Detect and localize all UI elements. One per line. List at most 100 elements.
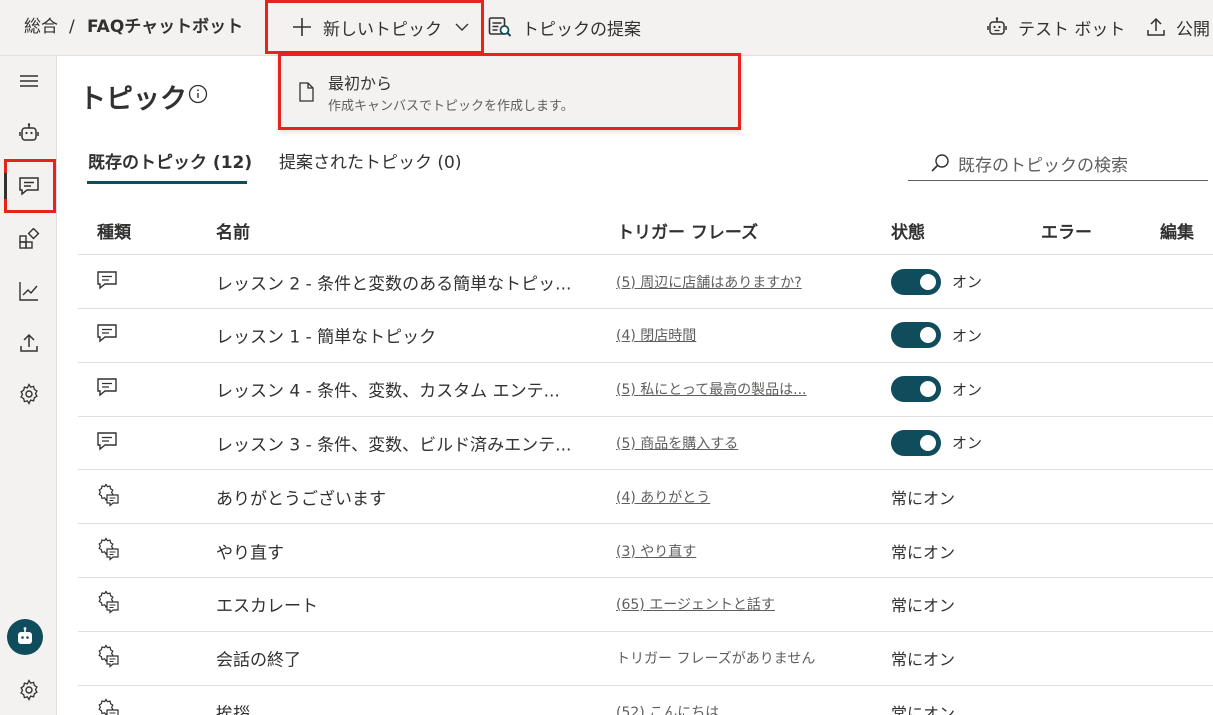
upload-icon: [1147, 17, 1165, 36]
state-label: 常にオン: [891, 542, 956, 562]
suggest-icon: [488, 17, 512, 37]
trigger-phrase-link[interactable]: (3) やり直す: [616, 541, 696, 561]
hamburger-icon: [19, 75, 38, 87]
trigger-phrase-link[interactable]: (65) エージェントと話す: [616, 594, 775, 614]
new-topic-dropdown: 最初から 作成キャンバスでトピックを作成します。: [278, 53, 741, 130]
avatar[interactable]: [7, 619, 43, 655]
header-type: 種類: [97, 223, 131, 243]
breadcrumb-root[interactable]: 総合: [24, 16, 58, 38]
state-label: オン: [952, 434, 983, 453]
search-icon: [931, 154, 949, 172]
table-row[interactable]: レッスン 2 - 条件と変数のある簡単なトピッ... (5) 周辺に店舗はあります…: [78, 255, 1213, 309]
rail-publish[interactable]: [0, 320, 57, 366]
state-label: オン: [952, 273, 983, 291]
publish-button[interactable]: 公開: [1146, 0, 1210, 54]
tab-suggested-topics[interactable]: 提案されたトピック (0): [279, 148, 461, 173]
table-row[interactable]: 会話の終了 トリガー フレーズがありません 常にオン: [78, 632, 1213, 686]
topic-name[interactable]: ありがとうございます: [216, 484, 386, 509]
system-topic-icon: [96, 483, 120, 511]
test-bot-button[interactable]: テスト ボット: [986, 0, 1125, 54]
header-edit: 編集: [1160, 223, 1194, 243]
status-toggle[interactable]: [891, 429, 941, 456]
chat-icon: [96, 323, 118, 347]
trigger-phrase-link[interactable]: (5) 周辺に店舗はありますか?: [616, 272, 802, 292]
topic-state: オン: [891, 429, 983, 456]
topic-name[interactable]: エスカレート: [216, 592, 318, 617]
topic-state: 常にオン: [891, 700, 955, 715]
chevron-down-icon: [455, 23, 469, 31]
search-input[interactable]: 既存のトピックの検索: [958, 151, 1128, 176]
from-scratch-option[interactable]: 最初から 作成キャンバスでトピックを作成します。: [281, 56, 738, 127]
plus-icon: [293, 18, 311, 36]
topic-name[interactable]: レッスン 2 - 条件と変数のある簡単なトピッ...: [216, 269, 571, 294]
rail-bottom-settings[interactable]: [0, 667, 57, 713]
status-toggle[interactable]: [891, 376, 941, 403]
trigger-phrase-link[interactable]: (4) ありがとう: [616, 487, 710, 507]
from-scratch-title: 最初から: [328, 74, 393, 93]
state-label: 常にオン: [891, 703, 956, 715]
topic-name[interactable]: やり直す: [216, 538, 284, 563]
topic-state: オン: [891, 268, 983, 295]
new-topic-button[interactable]: 新しいトピック: [265, 0, 484, 54]
chat-icon: [96, 270, 118, 294]
system-topic-icon: [96, 644, 120, 672]
trigger-phrase-link[interactable]: (4) 閉店時間: [616, 325, 696, 345]
table-row[interactable]: レッスン 3 - 条件、変数、ビルド済みエンテ... (5) 商品を購入する オン: [78, 416, 1213, 471]
system-topic-icon: [96, 698, 120, 715]
table-row[interactable]: エスカレート (65) エージェントと話す 常にオン: [78, 578, 1213, 632]
topic-name[interactable]: 会話の終了: [216, 646, 301, 671]
search-box[interactable]: 既存のトピックの検索: [908, 146, 1208, 181]
status-toggle[interactable]: [891, 322, 941, 349]
header-state: 状態: [891, 223, 925, 243]
suggest-topics-button[interactable]: トピックの提案: [488, 0, 641, 54]
trigger-phrase-link[interactable]: (5) 商品を購入する: [616, 433, 738, 453]
chat-icon: [96, 431, 118, 455]
breadcrumb-current: FAQチャットボット: [87, 17, 244, 37]
tab-existing-topics[interactable]: 既存のトピック (12): [88, 148, 252, 173]
publish-label: 公開: [1176, 19, 1210, 40]
topic-state: 常にオン: [891, 539, 955, 563]
topic-name[interactable]: レッスン 4 - 条件、変数、カスタム エンテ...: [216, 377, 560, 402]
trigger-phrase-link[interactable]: (52) こんにちは: [616, 702, 719, 715]
system-topic-icon: [96, 590, 120, 618]
from-scratch-description: 作成キャンバスでトピックを作成します。: [328, 99, 574, 114]
state-label: 常にオン: [891, 650, 956, 670]
status-toggle[interactable]: [891, 268, 941, 295]
topic-state: 常にオン: [891, 592, 955, 616]
rail-entities[interactable]: [0, 216, 57, 262]
rail-topics[interactable]: [0, 163, 57, 209]
header-trigger: トリガー フレーズ: [617, 223, 759, 243]
header-error: エラー: [1041, 223, 1092, 243]
rail-menu[interactable]: [0, 58, 57, 104]
suggest-label: トピックの提案: [522, 19, 641, 40]
breadcrumb-separator: /: [69, 17, 75, 37]
state-label: 常にオン: [891, 596, 956, 616]
top-bar: 総合 / FAQチャットボット 新しいトピック トピックの提案 テスト ボット: [0, 0, 1213, 56]
document-icon: [299, 82, 314, 102]
state-label: 常にオン: [891, 488, 956, 508]
bot-icon: [18, 123, 39, 141]
upload-icon: [19, 333, 38, 352]
bot-icon: [987, 17, 1007, 35]
header-name[interactable]: 名前: [216, 218, 250, 243]
state-label: オン: [952, 380, 983, 399]
rail-settings[interactable]: [0, 371, 57, 417]
topic-name[interactable]: レッスン 1 - 簡単なトピック: [216, 323, 436, 348]
table-row[interactable]: ありがとうございます (4) ありがとう 常にオン: [78, 470, 1213, 525]
entities-icon: [18, 228, 39, 249]
table-row[interactable]: 挨拶 (52) こんにちは 常にオン: [78, 685, 1213, 715]
info-icon[interactable]: [188, 84, 208, 104]
rail-analytics[interactable]: [0, 268, 57, 314]
left-rail: [0, 56, 57, 715]
table-row[interactable]: やり直す (3) やり直す 常にオン: [78, 524, 1213, 578]
trigger-phrase-link[interactable]: (5) 私にとって最高の製品は...: [616, 379, 807, 399]
topic-name[interactable]: 挨拶: [216, 699, 250, 715]
rail-bot[interactable]: [0, 110, 57, 156]
test-bot-label: テスト ボット: [1018, 19, 1126, 40]
system-topic-icon: [96, 536, 120, 565]
topic-name[interactable]: レッスン 3 - 条件、変数、ビルド済みエンテ...: [216, 430, 571, 455]
gear-icon: [19, 679, 38, 701]
table-row[interactable]: レッスン 1 - 簡単なトピック (4) 閉店時間 オン: [78, 309, 1213, 363]
table-row[interactable]: レッスン 4 - 条件、変数、カスタム エンテ... (5) 私にとって最高の製品…: [78, 363, 1213, 417]
new-topic-label: 新しいトピック: [323, 19, 442, 40]
